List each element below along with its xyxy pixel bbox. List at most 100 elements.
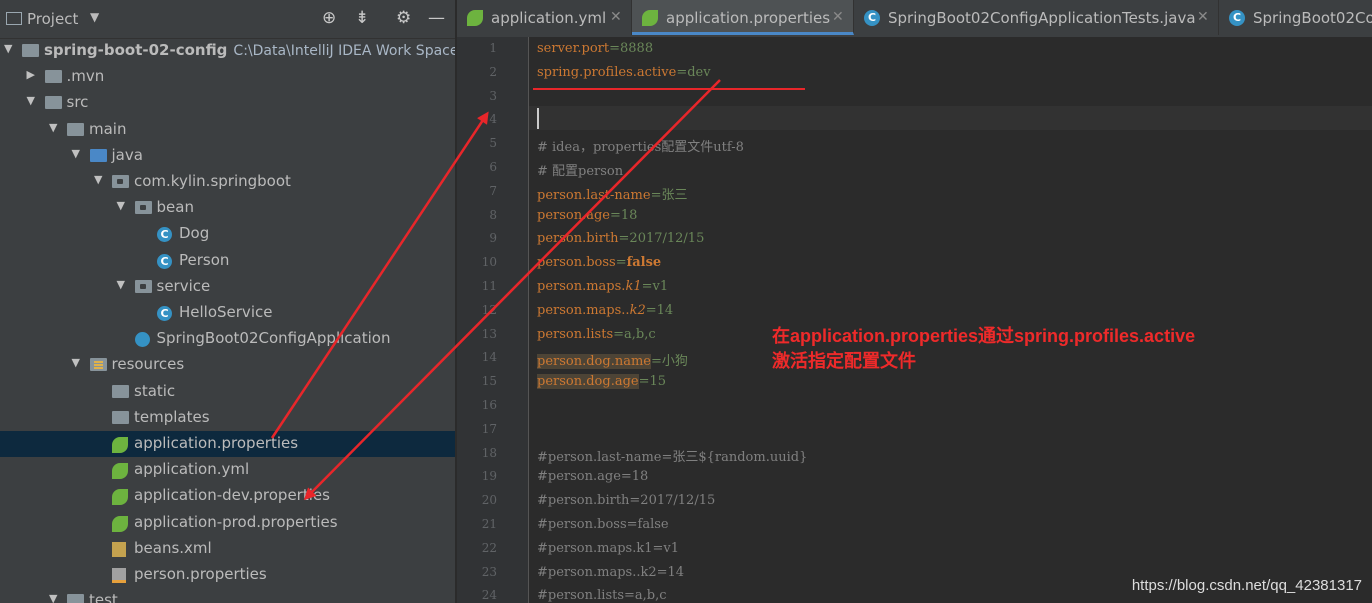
code-line: person.dog.name=小狗 [537, 350, 688, 373]
code-line: # 配置person [537, 160, 623, 183]
tree-item-text: HelloService [179, 303, 273, 321]
line-number: 24 [481, 588, 497, 603]
code-token: person.boss [537, 255, 616, 271]
line-number: 3 [489, 88, 497, 103]
tree-item-text: test [89, 591, 118, 603]
chevron-down-icon[interactable]: ▼ [117, 278, 125, 291]
close-icon[interactable]: ✕ [610, 9, 622, 25]
tree-item[interactable]: person.properties [0, 562, 455, 588]
chevron-down-icon[interactable]: ▼ [72, 356, 80, 369]
tree-item[interactable]: ▼ bean [0, 195, 455, 221]
annotation-text: 在application.properties通过spring.profiles… [772, 324, 1195, 374]
spring-config-icon [112, 437, 128, 453]
tree-item[interactable]: application.properties [0, 431, 455, 457]
tree-item[interactable]: C Person [0, 248, 455, 274]
tree-item-label: service [157, 277, 211, 295]
tree-item-label: SpringBoot02ConfigApplication [157, 329, 391, 347]
tree-item-text: application-dev.properties [134, 486, 330, 505]
tree-item[interactable]: application-prod.properties [0, 510, 455, 536]
tree-item[interactable]: ▼ resources [0, 352, 455, 378]
line-number: 16 [481, 398, 497, 412]
tree-item-text: beans.xml [134, 538, 212, 557]
tree-item[interactable]: ▼ test [0, 588, 455, 603]
line-number: 21 [481, 517, 497, 531]
tree-item-label: spring-boot-02-config C:\Data\IntelliJ ID… [44, 41, 455, 59]
close-icon[interactable]: ✕ [832, 9, 844, 25]
chevron-down-icon[interactable]: ▼ [27, 94, 35, 107]
folder-icon [112, 384, 129, 398]
code-token: #person.maps.k1=v1 [537, 540, 679, 556]
code-token: k1 [625, 279, 642, 294]
class-icon: C [157, 227, 172, 243]
gear-icon[interactable]: ⚙ [396, 8, 411, 28]
tree-item[interactable]: ▼ spring-boot-02-config C:\Data\IntelliJ I… [0, 38, 455, 64]
chevron-down-icon[interactable]: ▼ [4, 42, 12, 55]
tree-item[interactable]: ▼ src [0, 90, 455, 116]
editor-tab[interactable]: application.yml ✕ [457, 0, 632, 35]
tree-item-text: main [89, 119, 127, 138]
tree-item[interactable]: application.yml [0, 457, 455, 483]
package-icon [112, 175, 129, 188]
code-token: # idea，properties配置文件utf-8 [537, 140, 744, 156]
editor-tabs: application.yml ✕ application.properties ✕ C… [457, 0, 1372, 38]
code-token: = [615, 255, 627, 271]
package-icon [134, 201, 152, 215]
tree-item[interactable]: ▼ main [0, 117, 455, 143]
locate-icon[interactable]: ⊕ [322, 8, 336, 28]
tree-item-text: application.properties [134, 434, 299, 452]
tree-item-label: application-prod.properties [134, 513, 338, 531]
code-token: server.port [537, 41, 610, 56]
tree-item[interactable]: application-dev.properties [0, 483, 455, 509]
chevron-down-icon[interactable]: ▼ [49, 592, 57, 603]
code-token: =小狗 [650, 354, 688, 370]
line-number-gutter: 1 2 3 4 5 6 7 8 9 10 11 12 13 14 15 16 17 18 19 20 21 22 23 24 [457, 37, 529, 603]
tree-item[interactable]: ▼ com.kylin.springboot [0, 169, 455, 195]
tree-item[interactable]: ▼ service [0, 274, 455, 300]
tree-item[interactable]: C Dog [0, 221, 455, 247]
spring-app-class-icon [134, 332, 150, 348]
code-line: person.boss=false [537, 255, 661, 278]
chevron-down-icon[interactable]: ▼ [49, 121, 57, 134]
tree-item[interactable]: ▶ .mvn [0, 64, 455, 90]
editor-tab[interactable]: C SpringBoot02ConfigApplicatio [1219, 0, 1372, 35]
tree-item[interactable]: templates [0, 405, 455, 431]
tree-item[interactable]: static [0, 379, 455, 405]
tree-item-text: Person [179, 250, 230, 269]
tree-item-label: Dog [179, 224, 209, 242]
editor-tab[interactable]: application.properties ✕ [632, 0, 854, 35]
line-number: 19 [481, 469, 497, 484]
line-number: 12 [481, 302, 497, 317]
tree-item-text: static [134, 381, 176, 400]
annotation-line-2: 激活指定配置文件 [772, 351, 916, 371]
code-editor[interactable]: server.port=8888 spring.profiles.active=d… [529, 37, 1372, 603]
code-token: #person.age=18 [537, 469, 649, 485]
tree-item-text: resources [111, 355, 185, 374]
tree-item[interactable]: beans.xml [0, 536, 455, 562]
tree-item[interactable]: SpringBoot02ConfigApplication [0, 326, 455, 352]
code-token: false [626, 255, 662, 271]
code-token: =a,b,c [613, 326, 656, 342]
tree-item[interactable]: ▼ java [0, 143, 455, 169]
editor-tab[interactable]: C SpringBoot02ConfigApplicationTests.java… [854, 0, 1219, 35]
chevron-down-icon[interactable]: ▼ [94, 173, 102, 186]
tree-item-text: service [156, 276, 211, 295]
chevron-down-icon[interactable]: ▼ [117, 199, 125, 212]
chevron-down-icon[interactable]: ▼ [90, 10, 99, 24]
code-token: spring.profiles.active [537, 64, 677, 80]
chevron-right-icon[interactable]: ▶ [27, 68, 35, 81]
folder-icon [67, 594, 84, 603]
line-number: 1 [489, 41, 497, 55]
close-icon[interactable]: ✕ [1197, 9, 1209, 25]
collapse-icon[interactable]: ⇟ [355, 8, 369, 28]
tree-item-text: bean [156, 198, 194, 217]
chevron-down-icon[interactable]: ▼ [72, 147, 80, 160]
class-icon: C [157, 306, 172, 321]
spring-config-icon [112, 463, 128, 480]
code-token: #person.lists=a,b,c [537, 588, 667, 603]
tree-item-text: src [66, 93, 89, 112]
tree-item[interactable]: C HelloService [0, 300, 455, 326]
minimize-icon[interactable]: — [428, 8, 445, 28]
annotation-line-1: 在application.properties通过spring.profiles… [772, 326, 1196, 346]
code-token: person.maps. [537, 279, 626, 294]
project-panel-title[interactable]: Project [27, 10, 78, 28]
